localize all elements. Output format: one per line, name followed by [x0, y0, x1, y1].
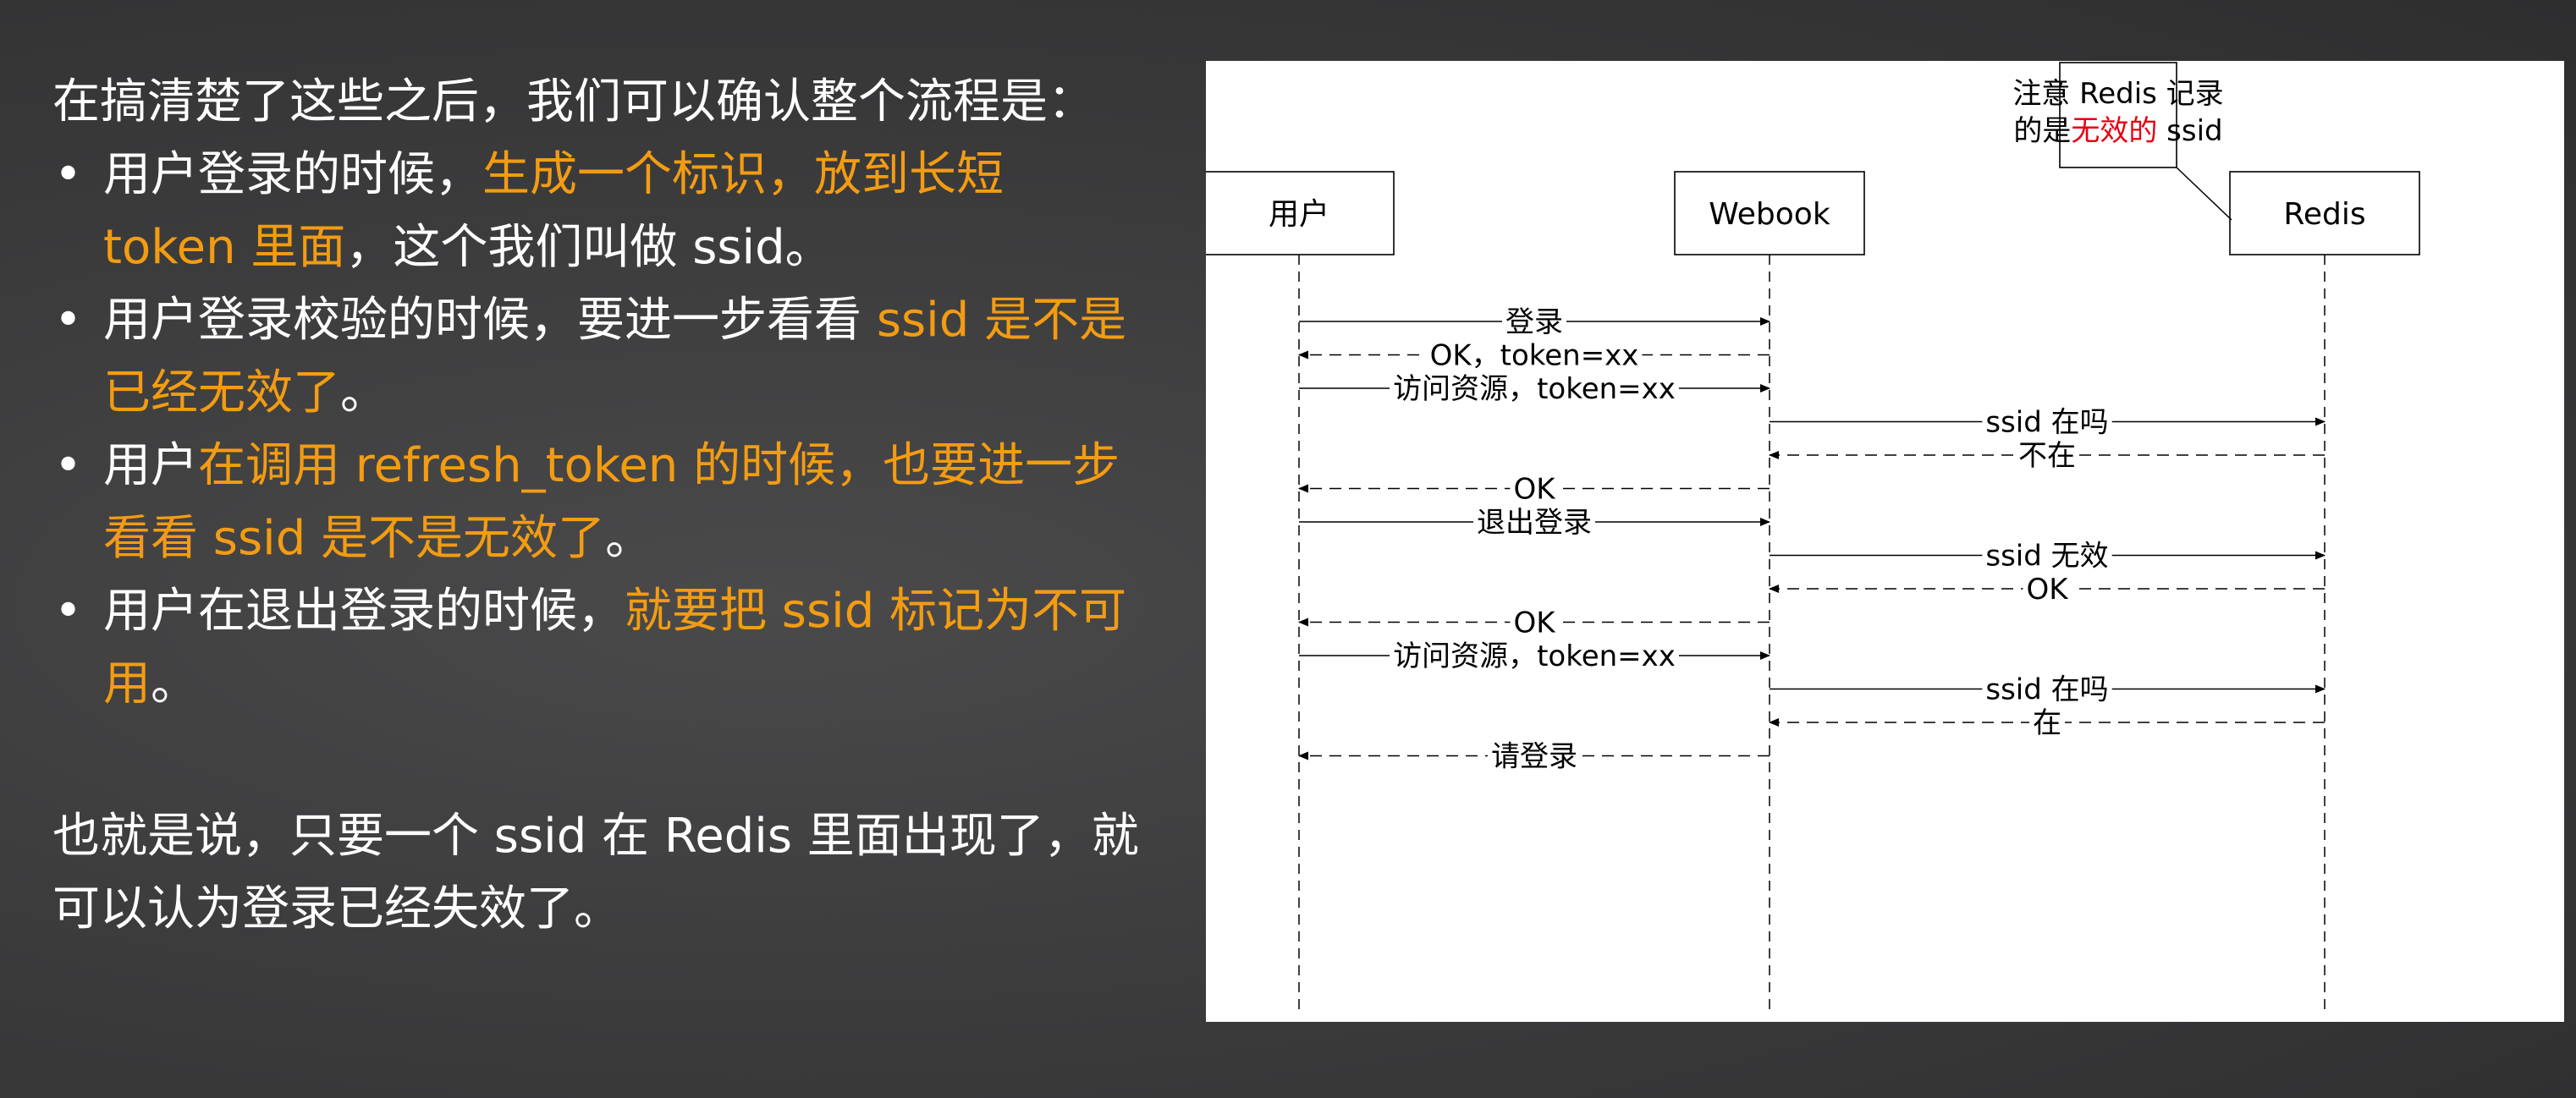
bullet-text: 用户登录的时候， [103, 147, 482, 202]
note-text: ssid [2157, 114, 2222, 148]
message-label: OK [2026, 573, 2069, 607]
message-label: OK [1513, 473, 1556, 507]
sequence-diagram: 用户 Webook Redis 注意 Redis 记录 的是无效的 ssid 登录 OK，t… [1206, 61, 2564, 1022]
note-red-text: 无效的 [2071, 114, 2157, 148]
bullet-item: 用户在退出登录的时候，就要把 ssid 标记为不可用。 [52, 575, 1144, 721]
bullet-text: 用户登录校验的时候，要进一步看看 [103, 293, 877, 348]
participant-label-user: 用户 [1269, 197, 1329, 232]
bullet-item: 用户登录的时候，生成一个标识，放到长短 token 里面，这个我们叫做 ssid… [52, 139, 1144, 284]
bullet-item: 用户登录校验的时候，要进一步看看 ssid 是不是已经无效了。 [52, 284, 1144, 430]
participant-label-redis: Redis [2283, 197, 2365, 232]
message-label: ssid 无效 [1985, 540, 2108, 574]
bullet-text: 。 [605, 511, 653, 566]
message-label: ssid 在吗 [1985, 406, 2108, 440]
sequence-diagram-svg: 用户 Webook Redis 注意 Redis 记录的是无效的 ssid 登录OK，t… [1206, 62, 2420, 1012]
message-label: ssid 在吗 [1985, 673, 2108, 707]
bullet-text: 。 [340, 365, 388, 420]
message-label: 退出登录 [1477, 506, 1592, 540]
bullet-item: 用户在调用 refresh_token 的时候，也要进一步看看 ssid 是不是… [52, 430, 1144, 575]
message-label: 在 [2033, 706, 2061, 740]
message-label: 请登录 [1491, 740, 1577, 774]
summary-paragraph: 也就是说，只要一个 ssid 在 Redis 里面出现了，就可以认为登录已经失效… [52, 809, 1139, 936]
bullet-list: 用户登录的时候，生成一个标识，放到长短 token 里面，这个我们叫做 ssid… [52, 139, 1144, 721]
message-label: 访问资源，token=xx [1393, 372, 1676, 406]
participant-label-webook: Webook [1709, 197, 1830, 232]
message-label: 访问资源，token=xx [1393, 640, 1676, 673]
message-label: OK [1513, 607, 1556, 640]
note-text: 的是 [2013, 114, 2071, 148]
message-label: OK，token=xx [1430, 339, 1639, 373]
slide-text: 在搞清楚了这些之后，我们可以确认整个流程是： 用户登录的时候，生成一个标识，放到… [52, 66, 1144, 946]
note-line1: 注意 Redis 记录 [2012, 77, 2223, 111]
bullet-text: 用户在退出登录的时候， [103, 584, 625, 639]
message-label: 不在 [2018, 439, 2076, 473]
note-line2: 的是无效的 ssid [2013, 114, 2222, 148]
intro-paragraph: 在搞清楚了这些之后，我们可以确认整个流程是： [52, 74, 1095, 129]
bullet-text: ，这个我们叫做 ssid。 [345, 220, 833, 275]
bullet-text: 。 [151, 656, 198, 711]
message-label: 登录 [1505, 305, 1563, 339]
bullet-text: 用户 [103, 438, 198, 493]
note-connector [2176, 167, 2232, 221]
